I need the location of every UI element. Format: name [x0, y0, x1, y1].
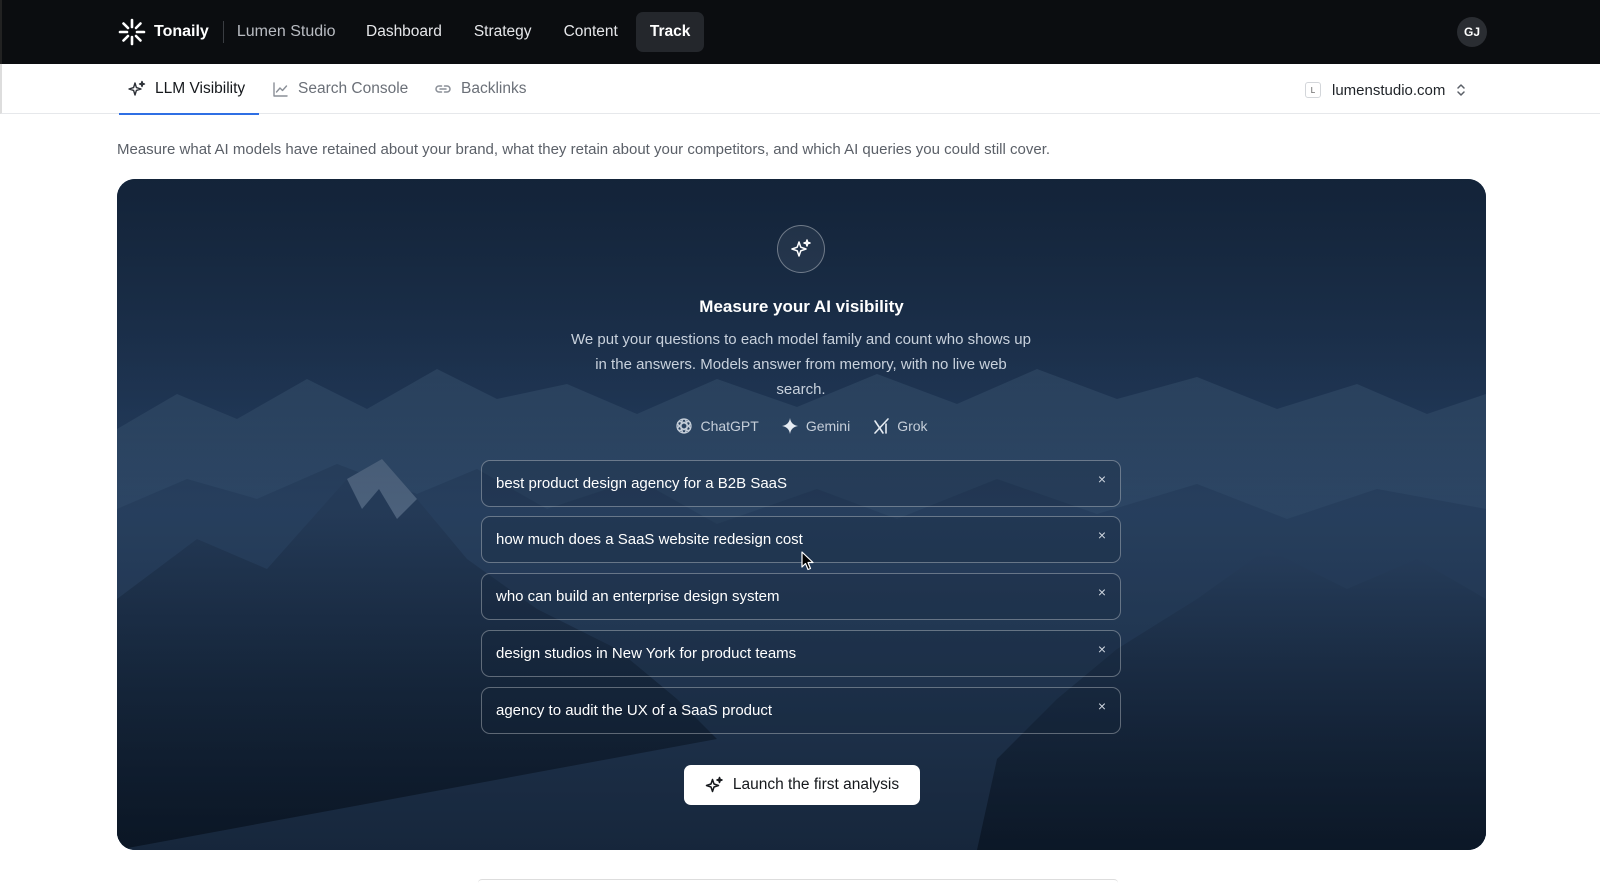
remove-query-icon[interactable]: ×: [1098, 641, 1106, 657]
nav-strategy[interactable]: Strategy: [460, 12, 546, 52]
remove-query-icon[interactable]: ×: [1098, 698, 1106, 714]
main-nav: Dashboard Strategy Content Track: [352, 12, 705, 52]
query-text: best product design agency for a B2B Saa…: [496, 475, 788, 492]
top-navigation-bar: Tonaily Lumen Studio Dashboard Strategy …: [0, 0, 1600, 64]
link-icon: [435, 85, 451, 93]
ai-visibility-hero-card: Measure your AI visibility We put your q…: [117, 179, 1486, 850]
brand-name: Tonaily: [154, 23, 209, 40]
domain-favicon: L: [1305, 82, 1321, 98]
tonaily-logo-icon: [118, 18, 146, 46]
model-gemini: Gemini: [781, 417, 850, 435]
launch-analysis-button[interactable]: Launch the first analysis: [684, 765, 920, 805]
hero-sparkle-badge: [777, 225, 825, 273]
sparkle-icon: [705, 776, 723, 792]
model-name: Grok: [897, 418, 928, 434]
query-text: design studios in New York for product t…: [496, 645, 797, 662]
tab-llm-visibility[interactable]: LLM Visibility: [119, 64, 259, 115]
nav-dashboard[interactable]: Dashboard: [352, 12, 456, 52]
query-input-1[interactable]: best product design agency for a B2B Saa…: [481, 460, 1121, 507]
tab-search-console[interactable]: Search Console: [272, 64, 408, 114]
query-text: agency to audit the UX of a SaaS product: [496, 702, 773, 719]
sub-navigation-bar: LLM Visibility Search Console Backlinks …: [0, 64, 1600, 115]
page: Tonaily Lumen Studio Dashboard Strategy …: [0, 0, 1600, 883]
query-text: who can build an enterprise design syste…: [496, 588, 780, 605]
query-text: how much does a SaaS website redesign co…: [496, 531, 803, 548]
nav-track[interactable]: Track: [635, 12, 705, 52]
mouse-cursor-icon: [801, 551, 814, 571]
remove-query-icon[interactable]: ×: [1098, 584, 1106, 600]
remove-query-icon[interactable]: ×: [1098, 471, 1106, 487]
model-chatgpt: ChatGPT: [675, 417, 759, 435]
sparkle-icon: [128, 80, 146, 96]
hero-description: We put your questions to each model fami…: [571, 331, 1031, 398]
model-name: ChatGPT: [700, 418, 759, 434]
query-input-4[interactable]: design studios in New York for product t…: [481, 630, 1121, 677]
next-section-edge: [478, 879, 1118, 883]
page-intro-text: Measure what AI models have retained abo…: [117, 141, 1051, 158]
brand[interactable]: Tonaily Lumen Studio: [118, 18, 336, 46]
tab-backlinks[interactable]: Backlinks: [434, 64, 526, 114]
tab-label: LLM Visibility: [155, 80, 246, 97]
hero-title: Measure your AI visibility: [699, 297, 904, 316]
remove-query-icon[interactable]: ×: [1098, 527, 1106, 543]
model-name: Gemini: [805, 418, 851, 434]
nav-content[interactable]: Content: [550, 12, 632, 52]
domain-value: lumenstudio.com: [1332, 81, 1446, 99]
model-grok: Grok: [872, 417, 928, 435]
tab-label: Backlinks: [461, 80, 527, 97]
user-avatar[interactable]: GJ: [1457, 17, 1487, 47]
sparkle-icon: [791, 239, 811, 257]
tab-label: Search Console: [298, 80, 409, 97]
openai-icon: [676, 418, 693, 434]
gemini-icon: [781, 418, 798, 434]
domain-selector[interactable]: L lumenstudio.com: [1305, 77, 1467, 103]
brand-divider: [222, 21, 224, 43]
query-input-3[interactable]: who can build an enterprise design syste…: [481, 573, 1121, 620]
grok-icon: [874, 418, 889, 434]
line-chart-icon: [273, 81, 288, 97]
workspace-name[interactable]: Lumen Studio: [237, 23, 336, 41]
model-list: ChatGPT Gemini Grok: [117, 417, 1486, 435]
hero-content: Measure your AI visibility We put your q…: [117, 179, 1486, 850]
chevron-up-down-icon: [1457, 84, 1466, 96]
query-input-5[interactable]: agency to audit the UX of a SaaS product…: [481, 687, 1121, 734]
launch-label: Launch the first analysis: [732, 776, 900, 793]
